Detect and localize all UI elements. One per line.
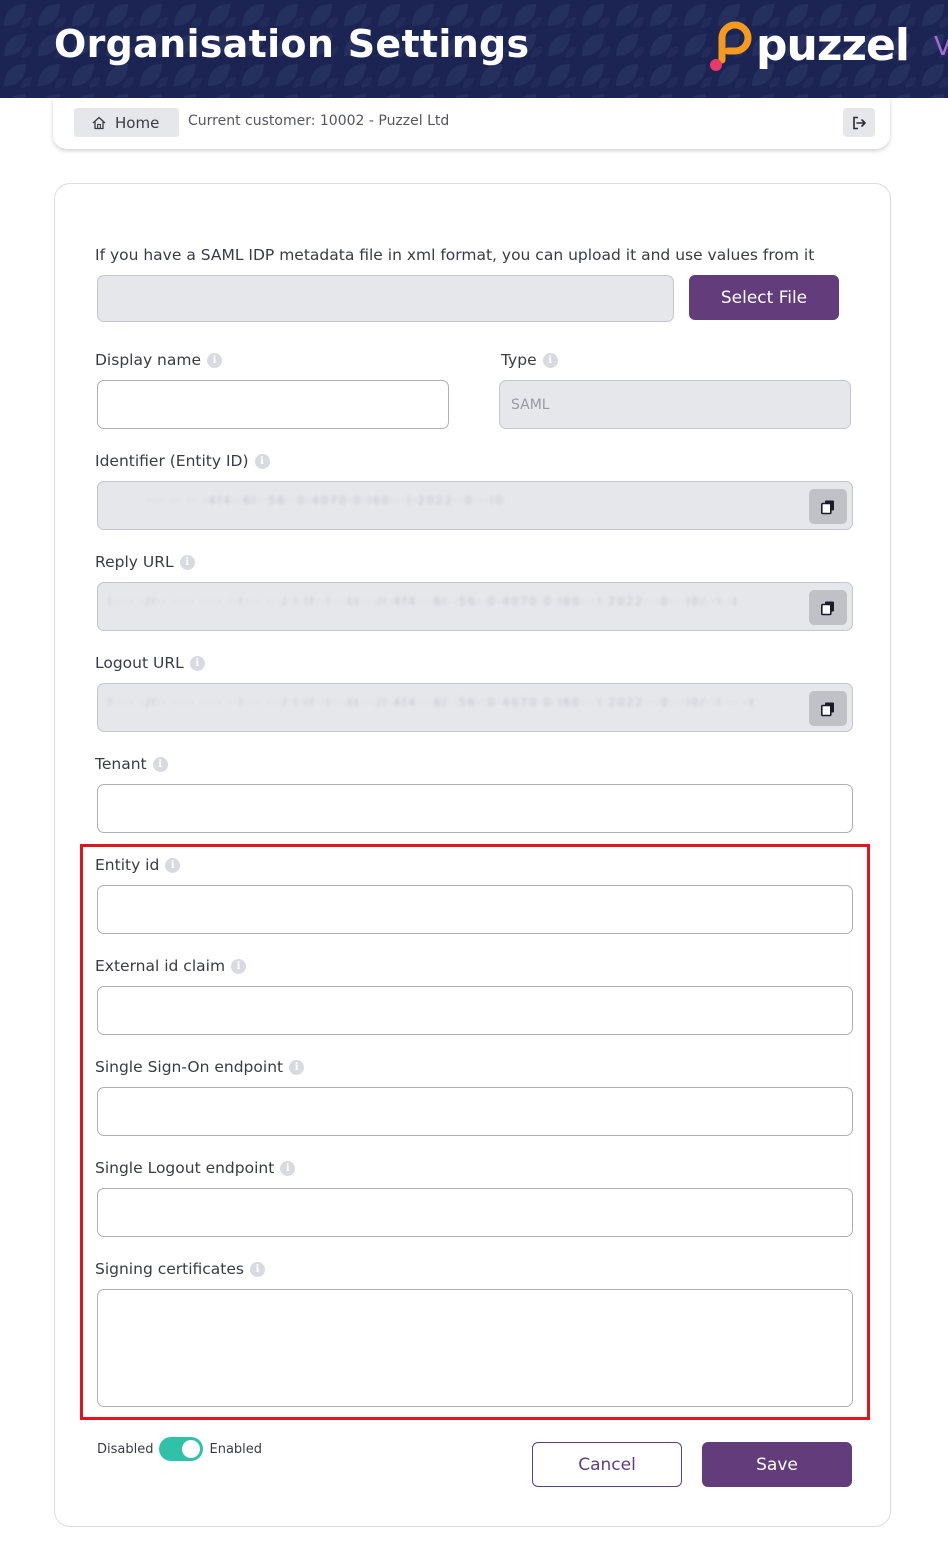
display-name-label-text: Display name: [95, 351, 202, 369]
copy-reply-url-button[interactable]: [809, 590, 847, 625]
home-button[interactable]: Home: [74, 108, 179, 137]
copy-icon: [820, 500, 834, 514]
file-path-field: [97, 275, 674, 322]
upload-hint-text: If you have a SAML IDP metadata file in …: [95, 246, 815, 264]
app-header: Organisation Settings puzzel V: [0, 0, 948, 98]
toggle-disabled-label: Disabled: [97, 1441, 154, 1457]
tenant-label-text: Tenant: [95, 755, 147, 773]
display-name-label: Display name i: [95, 351, 223, 369]
home-icon: [92, 116, 106, 129]
logo-wordmark: puzzel: [756, 20, 910, 71]
logout-button[interactable]: [843, 108, 875, 137]
tenant-label: Tenant i: [95, 755, 168, 773]
identifier-label: Identifier (Entity ID) i: [95, 452, 270, 470]
info-icon[interactable]: i: [189, 655, 205, 671]
copy-icon: [820, 601, 834, 615]
breadcrumb: Home Current customer: 10002 - Puzzel Lt…: [53, 98, 890, 149]
reply-url-label: Reply URL i: [95, 553, 195, 571]
type-label-text: Type: [501, 351, 537, 369]
type-field: SAML: [499, 380, 851, 429]
type-label: Type i: [501, 351, 558, 369]
reply-url-label-text: Reply URL: [95, 553, 174, 571]
copy-identifier-button[interactable]: [809, 489, 847, 524]
upload-hint: If you have a SAML IDP metadata file in …: [95, 246, 814, 264]
info-icon[interactable]: i: [179, 554, 195, 570]
home-label: Home: [115, 113, 160, 132]
header-edge-glyph: V: [934, 32, 948, 62]
identifier-value: ··· ·· ·· ·4f4··6l··56··0·4070·0·l60···l…: [148, 494, 505, 507]
select-file-button[interactable]: Select File: [689, 275, 839, 320]
toggle-enabled-label: Enabled: [209, 1441, 263, 1457]
type-value: SAML: [511, 397, 550, 413]
reply-url-value: l···· ·/l·· ···· ···· ··l··· ···/·l·lf··…: [108, 595, 740, 608]
toggle-knob: [182, 1440, 201, 1458]
cancel-button[interactable]: Cancel: [532, 1442, 682, 1487]
logout-url-field: l···· ·/l·· ···· ···· ··l··· ···/·l·lf··…: [97, 683, 853, 732]
info-icon[interactable]: i: [542, 352, 558, 368]
status-toggle-row: Disabled Enabled: [97, 1437, 262, 1461]
enabled-toggle[interactable]: [159, 1437, 204, 1461]
puzzel-logo-mark-icon: [710, 21, 752, 71]
current-customer-text: Current customer: 10002 - Puzzel Ltd: [188, 113, 450, 129]
logout-icon: [853, 116, 866, 129]
copy-logout-url-button[interactable]: [809, 691, 847, 726]
identifier-label-text: Identifier (Entity ID): [95, 452, 249, 470]
info-icon[interactable]: i: [254, 453, 270, 469]
logout-url-label: Logout URL i: [95, 654, 205, 672]
tenant-input[interactable]: [97, 784, 853, 833]
info-icon[interactable]: i: [152, 756, 168, 772]
logout-url-label-text: Logout URL: [95, 654, 184, 672]
highlight-box: [80, 844, 870, 1420]
page-title: Organisation Settings: [54, 22, 530, 66]
reply-url-field: l···· ·/l·· ···· ···· ··l··· ···/·l·lf··…: [97, 582, 853, 631]
copy-icon: [820, 702, 834, 716]
identifier-field: ··· ·· ·· ·4f4··6l··56··0·4070·0·l60···l…: [97, 481, 853, 530]
info-icon[interactable]: i: [207, 352, 223, 368]
save-button[interactable]: Save: [702, 1442, 852, 1487]
display-name-input[interactable]: [97, 380, 449, 429]
logout-url-value: l···· ·/l·· ···· ···· ··l··· ···/·l·lf··…: [108, 696, 756, 709]
